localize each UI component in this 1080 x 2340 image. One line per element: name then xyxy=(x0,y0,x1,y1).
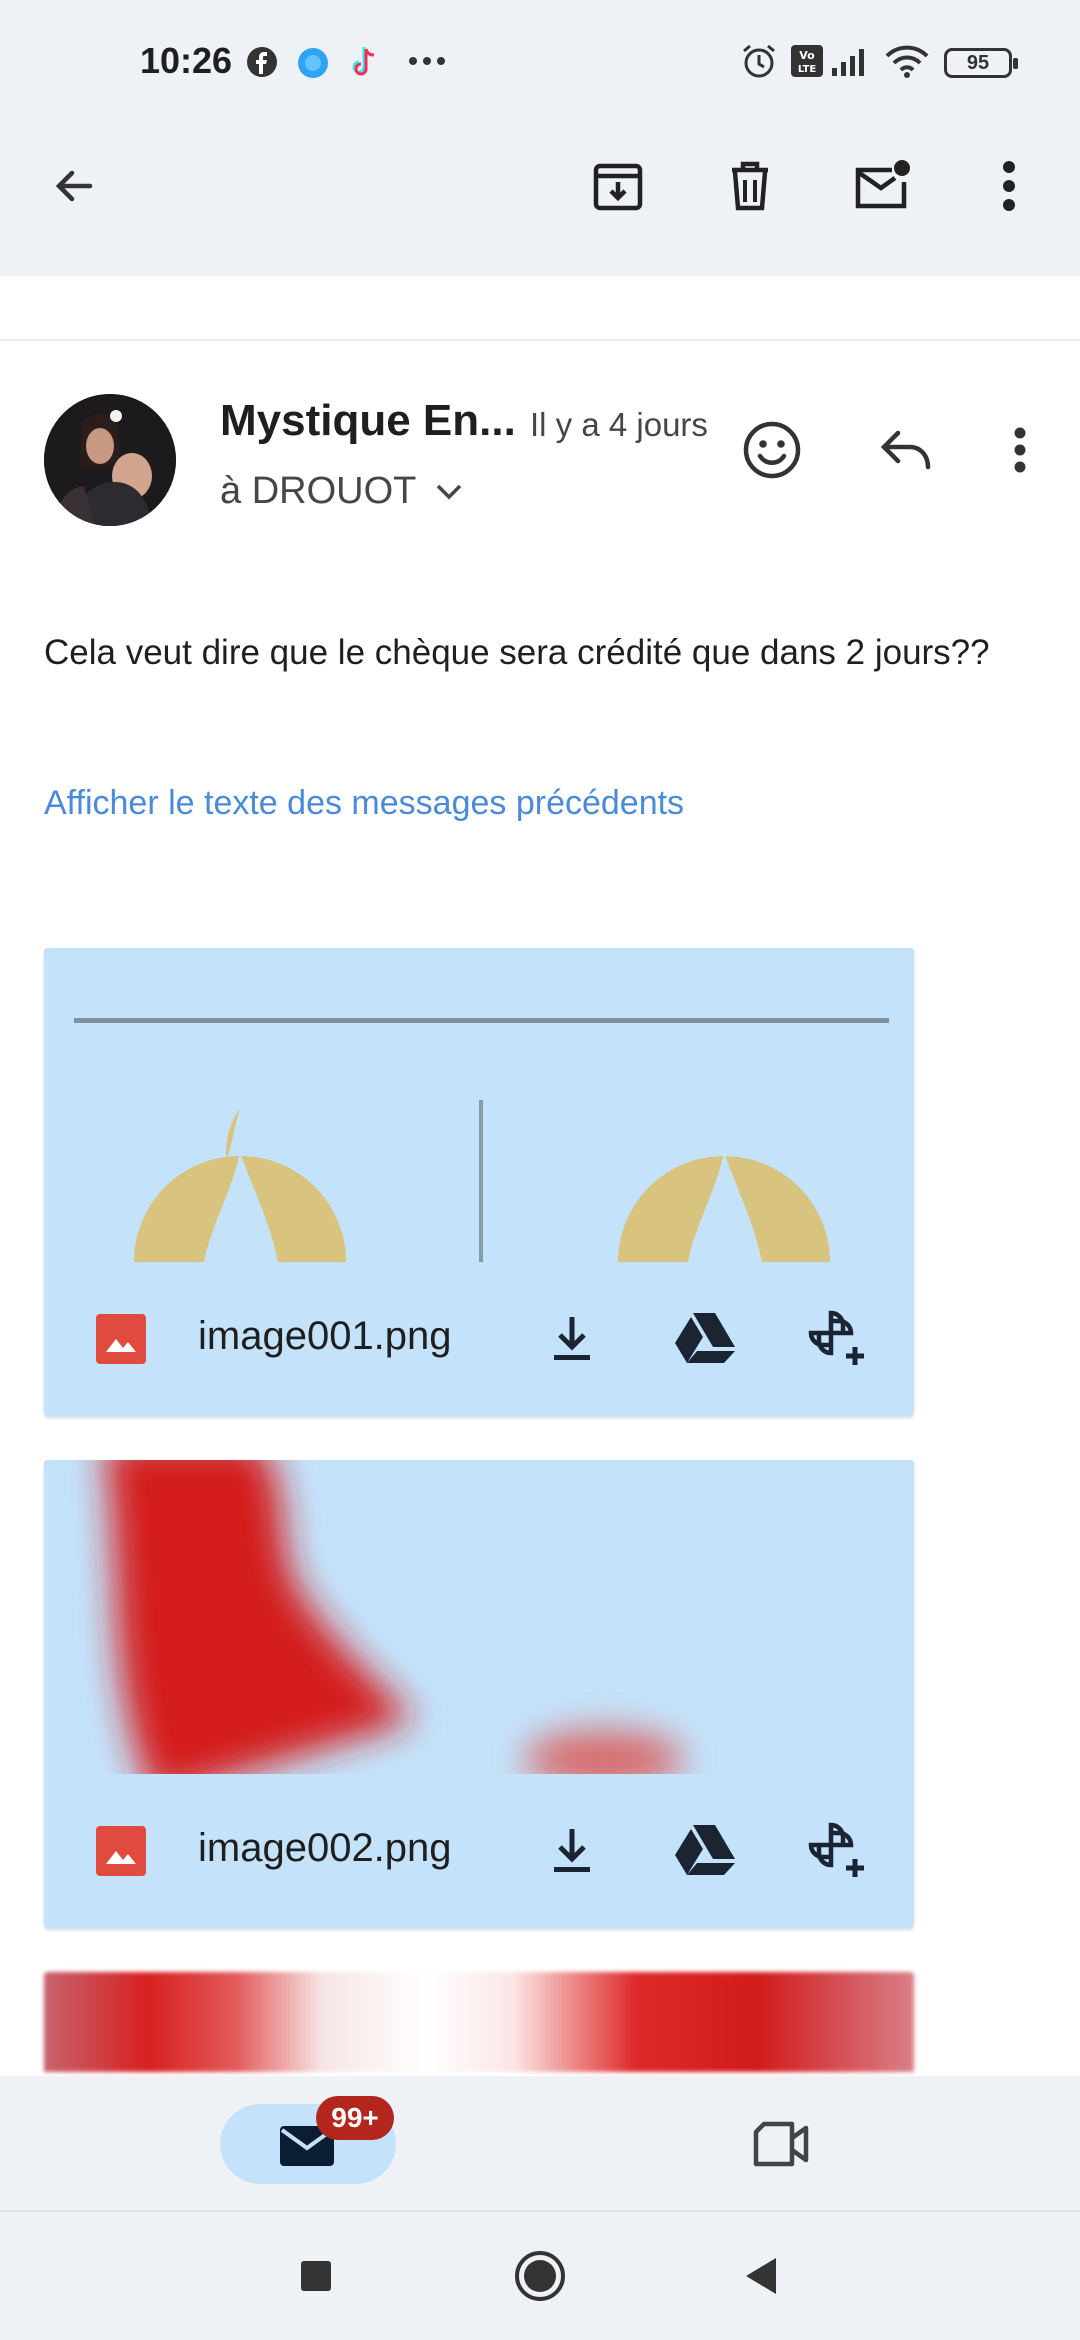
delete-icon xyxy=(732,161,768,211)
reply-icon xyxy=(880,430,931,470)
back-triangle-icon xyxy=(746,2258,776,2294)
message-more-button[interactable] xyxy=(980,410,1060,490)
add-reaction-button[interactable] xyxy=(732,410,812,490)
system-navigation-bar xyxy=(0,2210,1080,2340)
system-back-button[interactable] xyxy=(720,2236,800,2316)
download-icon xyxy=(554,1317,590,1360)
attachment-footer-1: image001.png xyxy=(44,1262,914,1416)
chevron-down-icon xyxy=(437,484,462,499)
image-preview xyxy=(44,1460,914,1774)
subject-divider xyxy=(0,339,1080,341)
signal-icon xyxy=(832,49,864,76)
more-vert-icon xyxy=(1014,427,1026,473)
attachment-card-1[interactable]: image001.png xyxy=(44,948,914,1416)
emoji-reaction-icon xyxy=(743,421,801,479)
sender-name[interactable]: Mystique En... xyxy=(220,396,516,446)
bottom-navigation: 99+ xyxy=(0,2076,1080,2210)
recipient-details-toggle[interactable]: à DROUOT xyxy=(220,470,464,513)
download-button[interactable] xyxy=(536,1814,608,1886)
volte-icon: Vo LTE xyxy=(791,45,823,77)
sender-avatar[interactable] xyxy=(44,394,176,526)
recipient-label: à DROUOT xyxy=(220,470,417,512)
add-to-photos-button[interactable] xyxy=(800,1814,872,1886)
attachment-name[interactable]: image002.png xyxy=(198,1826,452,1871)
save-to-drive-button[interactable] xyxy=(668,1814,740,1886)
more-notifications-icon xyxy=(409,57,445,65)
message-toolbar xyxy=(0,120,1080,276)
attachment-card-3[interactable] xyxy=(44,1972,914,2072)
battery-icon: 95 xyxy=(944,48,1018,78)
archive-icon xyxy=(593,163,643,211)
home-button[interactable] xyxy=(500,2236,580,2316)
download-button[interactable] xyxy=(536,1302,608,1374)
back-arrow-icon xyxy=(55,170,93,202)
drive-icon xyxy=(675,1825,735,1875)
unread-count-badge: 99+ xyxy=(316,2096,394,2140)
drive-icon xyxy=(675,1313,735,1363)
image-preview xyxy=(44,948,914,1262)
mark-unread-button[interactable] xyxy=(846,150,918,222)
delete-button[interactable] xyxy=(714,150,786,222)
download-icon xyxy=(554,1829,590,1872)
photos-add-icon xyxy=(808,1822,864,1877)
svg-text:Vo: Vo xyxy=(799,49,815,62)
avatar-photo xyxy=(44,394,176,526)
message-body: Cela veut dire que le chèque sera crédit… xyxy=(44,633,990,672)
status-time: 10:26 xyxy=(140,40,233,81)
tiktok-icon xyxy=(352,47,375,76)
attachment-card-2[interactable]: image002.png xyxy=(44,1460,914,1928)
wifi-icon xyxy=(885,45,929,78)
attachment-preview-2[interactable] xyxy=(44,1460,914,1774)
reply-button[interactable] xyxy=(866,410,946,490)
status-bar: 10:26 Vo LTE 95 xyxy=(0,0,1080,120)
attachment-footer-2: image002.png xyxy=(44,1774,914,1928)
more-vert-icon xyxy=(1003,161,1015,211)
archive-button[interactable] xyxy=(582,150,654,222)
show-quoted-text-link[interactable]: Afficher le texte des messages précédent… xyxy=(44,784,684,823)
attachment-preview-1[interactable] xyxy=(44,948,914,1262)
add-to-photos-button[interactable] xyxy=(800,1302,872,1374)
video-icon xyxy=(753,2121,809,2167)
message-time: Il y a 4 jours xyxy=(530,406,708,443)
alarm-icon xyxy=(743,44,775,78)
recents-button[interactable] xyxy=(276,2236,356,2316)
recents-icon xyxy=(301,2261,331,2291)
save-to-drive-button[interactable] xyxy=(668,1302,740,1374)
browser-icon xyxy=(298,48,328,78)
image-file-icon xyxy=(96,1314,146,1364)
nav-meet-tab[interactable] xyxy=(730,2104,830,2184)
svg-text:LTE: LTE xyxy=(798,64,817,75)
more-options-button[interactable] xyxy=(973,150,1045,222)
photos-add-icon xyxy=(808,1310,864,1365)
mark-unread-icon xyxy=(855,160,910,209)
back-button[interactable] xyxy=(38,150,110,222)
facebook-icon xyxy=(247,47,277,77)
home-icon xyxy=(515,2251,565,2301)
image-file-icon xyxy=(96,1826,146,1876)
attachment-name[interactable]: image001.png xyxy=(198,1314,452,1359)
